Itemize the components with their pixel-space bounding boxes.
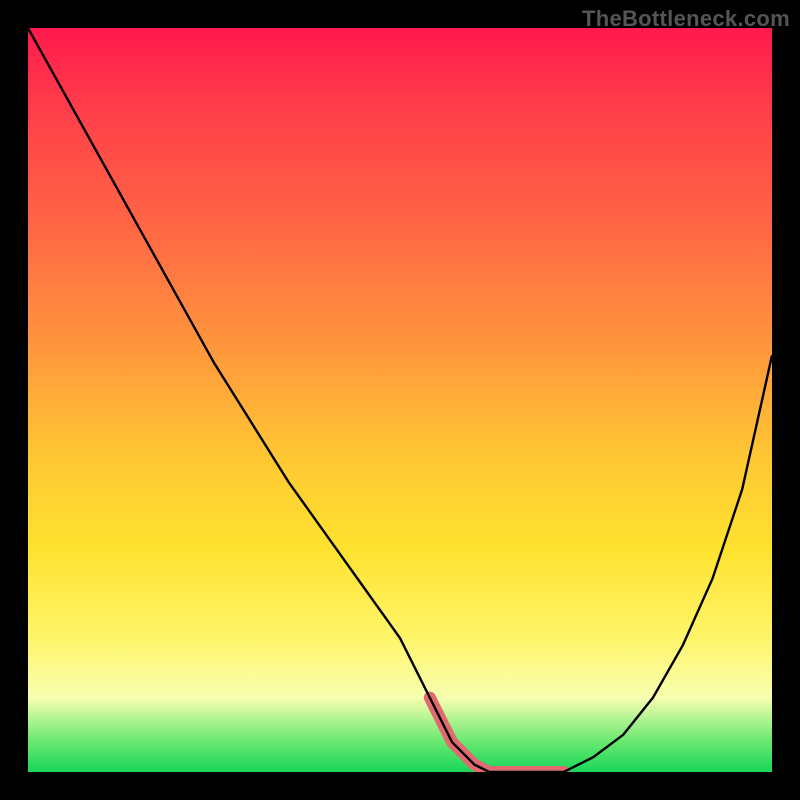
bottleneck-curve (28, 28, 772, 772)
plot-area (28, 28, 772, 772)
optimal-range-highlight (430, 698, 564, 772)
curve-layer (28, 28, 772, 772)
chart-stage: TheBottleneck.com (0, 0, 800, 800)
